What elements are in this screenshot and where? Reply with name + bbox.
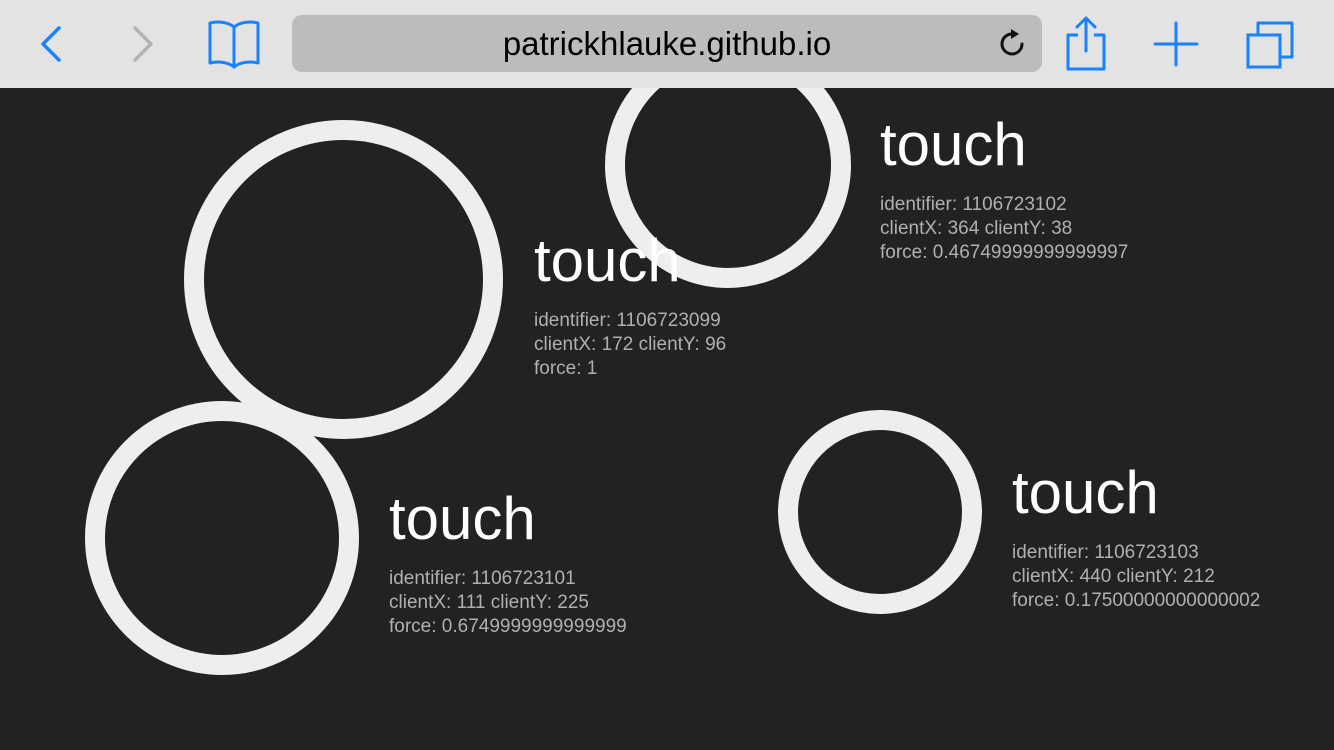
browser-toolbar: patrickhlauke.github.io	[0, 0, 1334, 88]
touch-circle	[184, 120, 503, 439]
new-tab-button[interactable]	[1150, 14, 1202, 74]
chevron-right-icon	[133, 26, 153, 62]
touch-info: identifier: 1106723099 clientX: 172 clie…	[534, 309, 726, 381]
plus-icon	[1153, 21, 1199, 67]
reload-button[interactable]	[998, 29, 1028, 59]
bookmarks-button[interactable]	[204, 14, 264, 74]
touch-force: force: 0.17500000000000002	[1012, 590, 1261, 611]
touch-circle	[85, 401, 359, 675]
touch-identifier: identifier: 1106723102	[880, 194, 1067, 215]
tabs-button[interactable]	[1240, 14, 1300, 74]
touch-canvas[interactable]: touch identifier: 1106723102 clientX: 36…	[0, 88, 1334, 750]
back-button[interactable]	[28, 14, 76, 74]
touch-client-coords: clientX: 364 clientY: 38	[880, 218, 1073, 239]
touch-client-coords: clientX: 111 clientY: 225	[389, 592, 589, 613]
touch-force: force: 1	[534, 358, 598, 379]
tabs-icon	[1246, 21, 1294, 69]
touch-identifier: identifier: 1106723103	[1012, 542, 1199, 563]
forward-button[interactable]	[118, 14, 166, 74]
touch-client-coords: clientX: 440 clientY: 212	[1012, 566, 1215, 587]
chevron-left-icon	[41, 26, 61, 62]
touch-force: force: 0.46749999999999997	[880, 242, 1129, 263]
url-text: patrickhlauke.github.io	[502, 25, 832, 62]
touch-label: touch	[389, 485, 536, 552]
share-button[interactable]	[1060, 14, 1112, 74]
touch-force: force: 0.6749999999999999	[389, 616, 627, 637]
touch-info: identifier: 1106723101 clientX: 111 clie…	[389, 567, 627, 639]
touch-client-coords: clientX: 172 clientY: 96	[534, 334, 727, 355]
touch-identifier: identifier: 1106723101	[389, 568, 576, 589]
touch-info: identifier: 1106723103 clientX: 440 clie…	[1012, 541, 1260, 613]
touch-label: touch	[1012, 459, 1159, 526]
touch-info: identifier: 1106723102 clientX: 364 clie…	[880, 193, 1128, 265]
touch-circle	[778, 410, 982, 614]
share-icon	[1066, 16, 1106, 71]
touch-label: touch	[880, 111, 1027, 178]
touch-identifier: identifier: 1106723099	[534, 310, 721, 331]
address-bar[interactable]: patrickhlauke.github.io	[292, 15, 1042, 72]
open-book-icon	[208, 20, 260, 69]
reload-icon	[1000, 29, 1024, 56]
touch-label: touch	[534, 227, 681, 294]
